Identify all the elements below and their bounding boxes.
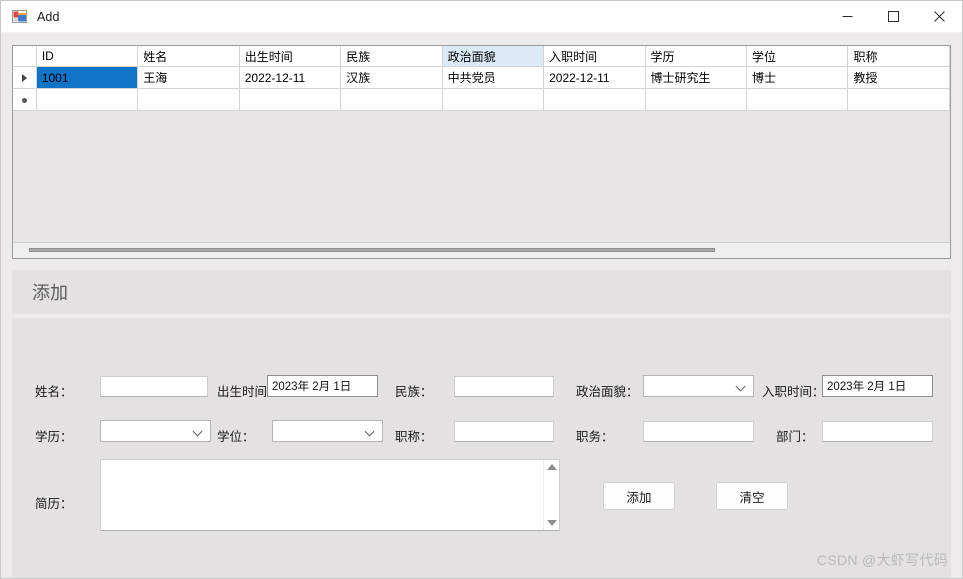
grid-cell-political-status[interactable]: 中共党员	[442, 66, 545, 89]
department-label: 部门：	[776, 430, 814, 444]
chevron-down-icon	[737, 382, 746, 391]
current-row-arrow-icon	[21, 74, 27, 83]
employee-data-grid[interactable]: ID 姓名 出生时间 民族 政治面貌 入职时间 学历 学位 职称 1001 王海…	[12, 45, 951, 259]
grid-cell-name[interactable]: 王海	[137, 66, 240, 89]
name-input[interactable]	[100, 376, 208, 397]
grid-cell-degree[interactable]: 博士	[746, 66, 849, 89]
table-row[interactable]: 1001 王海 2022-12-11 汉族 中共党员 2022-12-11 博士…	[13, 66, 950, 89]
grid-cell-political-status[interactable]	[442, 88, 545, 111]
grid-column-header-hiredate[interactable]: 入职时间	[543, 46, 646, 67]
title-bar: Add	[1, 1, 962, 33]
grid-scrollbar-thumb[interactable]	[29, 248, 715, 252]
resume-label: 简历：	[35, 497, 73, 511]
chevron-down-icon	[194, 427, 203, 436]
resume-text-body[interactable]	[101, 460, 543, 530]
grid-column-header-name[interactable]: 姓名	[137, 46, 240, 67]
close-button[interactable]	[916, 1, 962, 32]
scroll-up-arrow-icon[interactable]	[546, 464, 557, 470]
hiredate-value: 2023年 2月 1日	[827, 381, 907, 393]
data-grid-table: ID 姓名 出生时间 民族 政治面貌 入职时间 学历 学位 职称 1001 王海…	[13, 46, 950, 111]
close-icon	[933, 11, 945, 22]
watermark-text: CSDN @大虾写代码	[816, 552, 948, 568]
grid-cell-hiredate[interactable]: 2022-12-11	[543, 66, 646, 89]
education-label: 学历：	[35, 430, 73, 444]
job-title-label: 职称：	[395, 430, 433, 444]
ethnicity-label: 民族：	[395, 385, 433, 399]
degree-label: 学位：	[217, 430, 255, 444]
degree-select[interactable]	[272, 420, 383, 442]
resume-vertical-scrollbar[interactable]	[543, 460, 559, 530]
resume-textarea[interactable]	[100, 459, 560, 531]
grid-column-header-title[interactable]: 职称	[847, 46, 950, 67]
grid-cell-id[interactable]	[36, 88, 139, 111]
post-input[interactable]	[643, 421, 754, 442]
birthdate-picker[interactable]: 2023年 2月 1日	[267, 375, 378, 397]
grid-cell-name[interactable]	[137, 88, 240, 111]
clear-button[interactable]: 清空	[716, 482, 788, 510]
grid-cell-education[interactable]: 博士研究生	[645, 66, 748, 89]
table-row[interactable]	[13, 88, 950, 111]
maximize-button[interactable]	[870, 1, 916, 32]
grid-column-header-id[interactable]: ID	[36, 46, 139, 67]
maximize-icon	[887, 11, 899, 22]
chevron-down-icon	[366, 427, 375, 436]
post-label: 职务：	[576, 430, 614, 444]
row-header-new-row-indicator[interactable]	[13, 88, 37, 111]
row-header-corner[interactable]	[13, 46, 37, 67]
grid-cell-birthdate[interactable]	[239, 88, 342, 111]
political-status-label: 政治面貌：	[576, 385, 639, 399]
section-header: 添加	[12, 270, 951, 314]
department-input[interactable]	[822, 421, 933, 442]
education-select[interactable]	[100, 420, 211, 442]
new-row-asterisk-icon	[21, 97, 27, 103]
grid-empty-area	[13, 111, 950, 242]
hiredate-picker[interactable]: 2023年 2月 1日	[822, 375, 933, 397]
minimize-icon	[842, 16, 852, 17]
window-controls	[824, 1, 962, 32]
grid-cell-degree[interactable]	[746, 88, 849, 111]
grid-cell-birthdate[interactable]: 2022-12-11	[239, 66, 342, 89]
minimize-button[interactable]	[824, 1, 870, 32]
grid-cell-title[interactable]	[847, 88, 950, 111]
birthdate-value: 2023年 2月 1日	[272, 381, 352, 393]
winforms-app-icon	[12, 9, 28, 25]
grid-horizontal-scrollbar[interactable]	[13, 242, 950, 258]
page-title: 添加	[32, 283, 68, 303]
job-title-input[interactable]	[454, 421, 554, 442]
political-status-select[interactable]	[643, 375, 754, 397]
grid-cell-id[interactable]: 1001	[36, 66, 139, 89]
grid-header-row: ID 姓名 出生时间 民族 政治面貌 入职时间 学历 学位 职称	[13, 46, 950, 67]
grid-column-header-birthdate[interactable]: 出生时间	[239, 46, 342, 67]
app-window: Add ID 姓名 出生时间 民族 政治面貌 入职时间 学历 学位 职称 100…	[0, 0, 963, 579]
scroll-down-arrow-icon[interactable]	[546, 520, 557, 526]
add-button[interactable]: 添加	[603, 482, 675, 510]
add-employee-form: 姓名： 出生时间： 2023年 2月 1日 民族： 政治面貌： 入职时间： 20…	[12, 318, 951, 578]
grid-cell-title[interactable]: 教授	[847, 66, 950, 89]
grid-cell-hiredate[interactable]	[543, 88, 646, 111]
grid-cell-education[interactable]	[645, 88, 748, 111]
grid-column-header-education[interactable]: 学历	[645, 46, 748, 67]
grid-column-header-degree[interactable]: 学位	[746, 46, 849, 67]
grid-cell-ethnicity[interactable]: 汉族	[340, 66, 443, 89]
row-header-current-indicator[interactable]	[13, 66, 37, 89]
hiredate-label: 入职时间：	[762, 385, 825, 399]
ethnicity-input[interactable]	[454, 376, 554, 397]
grid-cell-ethnicity[interactable]	[340, 88, 443, 111]
name-label: 姓名：	[35, 385, 73, 399]
grid-column-header-ethnicity[interactable]: 民族	[340, 46, 443, 67]
grid-column-header-political-status[interactable]: 政治面貌	[442, 46, 545, 67]
window-title: Add	[37, 9, 60, 24]
